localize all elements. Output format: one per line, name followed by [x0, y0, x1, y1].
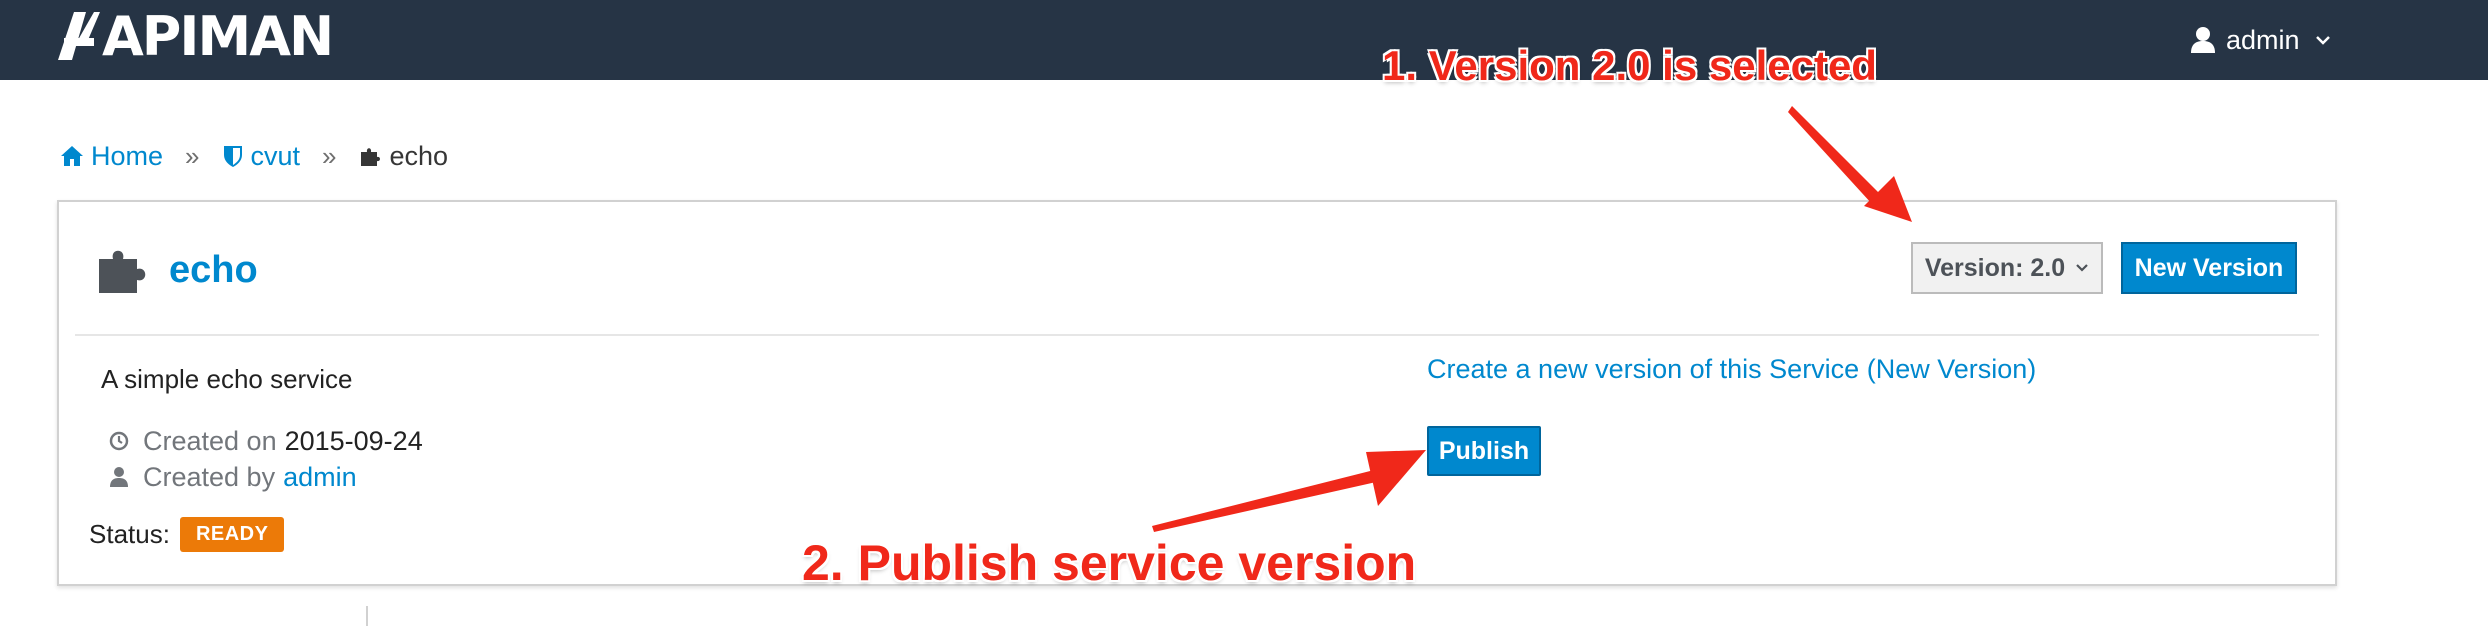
service-description: A simple echo service [101, 364, 353, 394]
created-by-link[interactable]: admin [283, 462, 357, 493]
publish-button[interactable]: Publish [1427, 426, 1541, 476]
version-dropdown-label: Version: 2.0 [1924, 253, 2066, 282]
service-header: echo [97, 240, 258, 300]
breadcrumb-separator: » [322, 140, 337, 171]
new-version-button[interactable]: New Version [2121, 242, 2297, 294]
shield-icon [223, 146, 242, 167]
breadcrumb-service-label: echo [389, 140, 449, 171]
user-icon [110, 467, 128, 487]
breadcrumb: Home » cvut » echo [60, 136, 448, 176]
created-on-value: 2015-09-24 [284, 425, 423, 456]
breadcrumb-separator: » [185, 140, 200, 171]
brand-text: APIMAN [102, 4, 334, 68]
breadcrumb-home[interactable]: Home [60, 141, 163, 172]
breadcrumb-org-label: cvut [250, 140, 301, 171]
created-on-label: Created on [143, 425, 277, 456]
puzzle-icon [99, 250, 146, 293]
version-dropdown[interactable]: Version: 2.0 [1911, 242, 2103, 294]
service-title: echo [169, 248, 258, 291]
created-by-label: Created by [143, 461, 276, 492]
chevron-down-icon [2315, 36, 2330, 45]
logo-mark-icon [58, 12, 100, 60]
top-navbar: APIMAN admin [0, 0, 2488, 80]
breadcrumb-service: echo [359, 140, 449, 172]
clock-icon [109, 431, 129, 451]
created-by-row: Created by admin [109, 460, 357, 494]
header-divider [75, 334, 2319, 336]
user-icon [2191, 27, 2215, 53]
puzzle-icon [360, 148, 380, 166]
service-card: echo Version: 2.0 New Version A simple e… [57, 200, 2337, 586]
breadcrumb-org[interactable]: cvut [222, 140, 301, 172]
status-label: Status: [89, 518, 170, 549]
created-on-row: Created on 2015-09-24 [109, 424, 423, 458]
status-row: Status: READY [89, 516, 285, 552]
breadcrumb-home-label: Home [91, 140, 164, 171]
username: admin [2226, 24, 2300, 55]
annotation-step1: 1. Version 2.0 is selected [1382, 42, 1877, 89]
divider-line [366, 606, 368, 626]
home-icon [61, 146, 83, 166]
create-new-version-link[interactable]: Create a new version of this Service (Ne… [1427, 354, 2036, 385]
status-badge: READY [179, 516, 285, 552]
apiman-logo[interactable]: APIMAN [58, 4, 334, 68]
user-menu[interactable]: admin [2190, 18, 2332, 62]
chevron-down-icon [2076, 264, 2088, 272]
annotation-step2: 2. Publish service version [802, 535, 1417, 591]
